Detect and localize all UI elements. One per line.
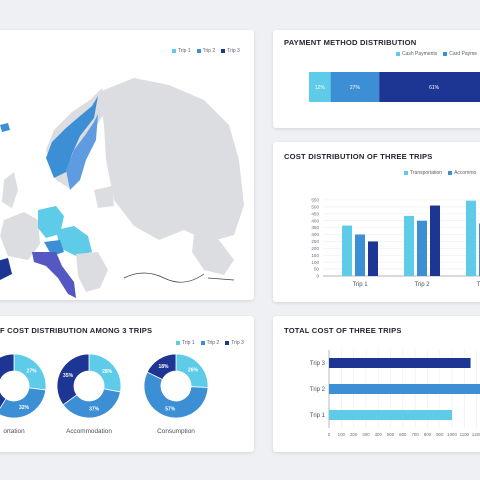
- donut-slice: [56, 353, 90, 406]
- payment-segment-label: 27%: [350, 85, 361, 91]
- x-tick-label: 300: [362, 432, 370, 437]
- cost-bar: [404, 215, 414, 276]
- total-bar: [329, 384, 480, 394]
- x-tick-label: 600: [399, 432, 407, 437]
- x-tick-label: 1100: [460, 432, 470, 437]
- y-tick-label: Trip 3: [310, 361, 326, 367]
- map-region-italy: [32, 252, 76, 298]
- x-tick-label: 500: [387, 432, 395, 437]
- donut-slice-label: 57%: [165, 407, 176, 413]
- cost-bar: [368, 241, 378, 276]
- donut-category-label: Accommodation: [66, 428, 112, 435]
- y-tick-label: 500: [311, 205, 319, 210]
- y-tick-label: 350: [311, 225, 319, 230]
- x-tick-label: 700: [411, 432, 419, 437]
- europe-map-card: Trip 1 Trip 2 Trip 3: [0, 30, 254, 300]
- x-tick-label: 200: [350, 432, 358, 437]
- donut-card: F COST DISTRIBUTION AMONG 3 TRIPS Trip 1…: [0, 316, 254, 452]
- y-tick-label: 200: [311, 246, 319, 251]
- donut-slice-label: 18%: [159, 364, 170, 370]
- cost-bar: [417, 220, 427, 276]
- cost-bar: [430, 205, 440, 276]
- x-tick-label: Trip 3: [476, 282, 480, 288]
- total-bar-chart: 0 100 200 300 400 500 600 700 800 900100011001200…: [310, 350, 480, 437]
- map-region-baltic: [94, 186, 114, 208]
- donut-slice-label: 28%: [102, 369, 113, 375]
- y-tick-label: 450: [311, 211, 319, 216]
- y-tick-label: 400: [311, 218, 319, 223]
- x-tick-label: Trip 1: [352, 282, 368, 288]
- donut-charts: 27% 32% ortation 28% 37% 35% Accommodation 26% 5…: [0, 353, 209, 435]
- total-bar: [329, 410, 453, 420]
- payment-stacked-bar: 12% 27% 61%: [309, 72, 480, 102]
- cost-distribution-card: COST DISTRIBUTION OF THREE TRIPS Transpo…: [273, 142, 480, 302]
- y-tick-label: 100: [311, 260, 319, 265]
- map-region-balkans: [76, 252, 108, 292]
- x-tick-label: 1000: [447, 432, 457, 437]
- payment-segment-label: 61%: [429, 85, 440, 91]
- cost-bar-chart: 0 50 100 150 200 250 300 350 400 450500 550 Trip 1 T…: [311, 198, 480, 288]
- cost-bar: [342, 225, 352, 276]
- y-tick-label: 50: [314, 267, 320, 272]
- map-region-iceland: [0, 123, 10, 132]
- x-tick-label: 900: [436, 432, 444, 437]
- total-bar: [329, 358, 471, 368]
- x-tick-label: 100: [338, 432, 346, 437]
- map-region-spain: [0, 258, 12, 280]
- x-tick-label: 0: [328, 432, 331, 437]
- y-tick-label: Trip 1: [310, 413, 326, 419]
- donut-category-label: ortation: [3, 428, 25, 435]
- cost-bar: [355, 234, 365, 276]
- donut-slice-label: 37%: [89, 407, 100, 413]
- map-region-uk: [2, 172, 18, 208]
- payment-method-card: PAYMENT METHOD DISTRIBUTION Cash Payment…: [273, 30, 480, 128]
- map-region-east: [99, 78, 244, 242]
- donut-slice: [0, 387, 47, 419]
- cost-bar: [466, 200, 476, 276]
- donut-category-label: Consumption: [157, 428, 195, 435]
- y-tick-label: 250: [311, 239, 319, 244]
- y-tick-label: 550: [311, 198, 319, 203]
- x-tick-label: 400: [375, 432, 383, 437]
- x-tick-label: 1200: [472, 432, 480, 437]
- x-tick-label: Trip 2: [414, 282, 430, 288]
- y-tick-label: 150: [311, 253, 319, 258]
- y-tick-label: Trip 2: [310, 387, 326, 393]
- europe-map: [0, 78, 244, 298]
- y-tick-label: 300: [311, 232, 319, 237]
- donut-slice-label: 27%: [27, 368, 38, 374]
- donut-slice-label: 26%: [188, 368, 199, 374]
- donut-slice-label: 35%: [63, 373, 74, 379]
- payment-segment-label: 12%: [315, 85, 326, 91]
- y-tick-label: 0: [316, 274, 319, 279]
- map-region-caucasus: [192, 235, 234, 275]
- total-cost-card: TOTAL COST OF THREE TRIPS 0 100 200 300 400 5…: [273, 316, 480, 452]
- x-tick-label: 800: [424, 432, 432, 437]
- donut-slice-label: 32%: [19, 405, 30, 411]
